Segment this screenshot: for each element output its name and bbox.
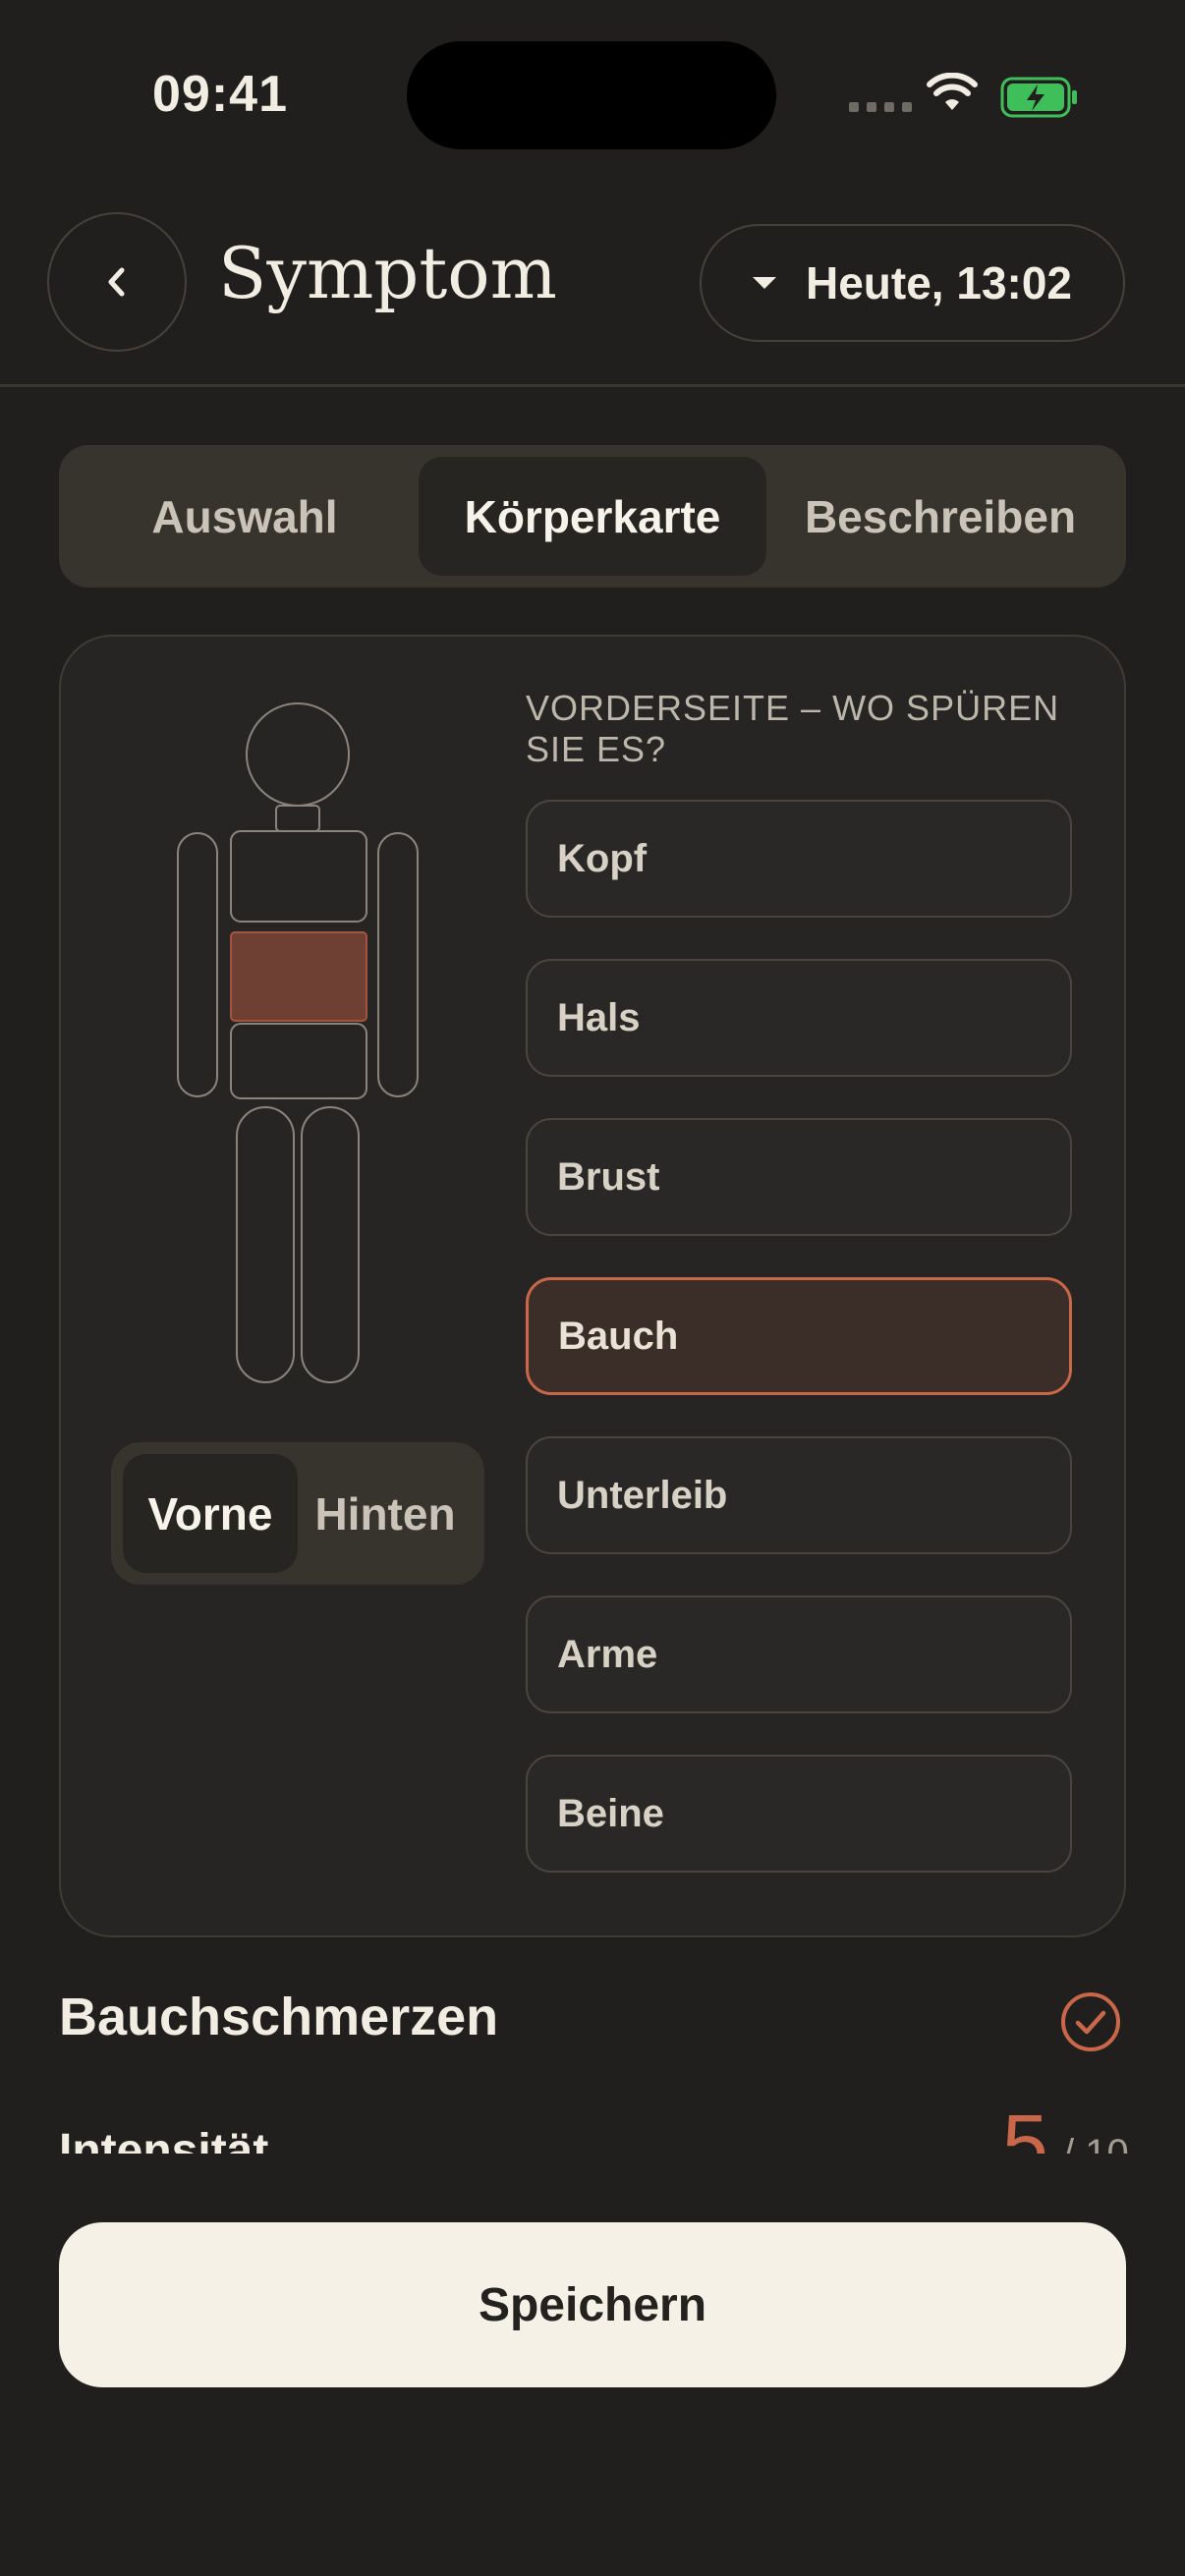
figure-arm-left (177, 832, 218, 1097)
battery-icon (1000, 77, 1079, 123)
mode-tabs: Auswahl Körperkarte Beschreiben (59, 445, 1126, 588)
date-picker-button[interactable]: Heute, 13:02 (700, 224, 1125, 342)
chevron-left-icon (108, 267, 125, 297)
tab-auswahl[interactable]: Auswahl (71, 457, 419, 576)
region-list: Kopf Hals Brust Bauch Unterleib Arme Bei… (526, 800, 1072, 1914)
figure-lower-abdomen (230, 1023, 367, 1099)
page-title: Symptom (218, 232, 557, 314)
caret-down-icon (753, 277, 776, 289)
wifi-icon (927, 72, 978, 117)
intensity-label: Intensität (59, 2125, 269, 2154)
intensity-max: / 10 (1063, 2132, 1129, 2154)
status-time: 09:41 (152, 66, 288, 123)
date-label: Heute, 13:02 (806, 257, 1073, 308)
intensity-row: Intensität 5 / 10 (0, 2102, 1185, 2154)
header-divider (0, 384, 1185, 387)
body-figure (172, 700, 427, 1392)
region-button-bauch[interactable]: Bauch (526, 1277, 1072, 1395)
region-button-arme[interactable]: Arme (526, 1596, 1072, 1713)
region-button-beine[interactable]: Beine (526, 1755, 1072, 1873)
figure-arm-right (377, 832, 419, 1097)
region-button-unterleib[interactable]: Unterleib (526, 1436, 1072, 1554)
dynamic-island (407, 41, 776, 149)
figure-abdomen (230, 931, 367, 1022)
tab-koerperkarte[interactable]: Körperkarte (419, 457, 766, 576)
back-button[interactable] (47, 212, 187, 352)
region-button-kopf[interactable]: Kopf (526, 800, 1072, 918)
region-heading: VORDERSEITE – WO SPÜREN SIE ES? (526, 688, 1060, 769)
figure-head (246, 702, 350, 807)
region-button-brust[interactable]: Brust (526, 1118, 1072, 1236)
side-front-option[interactable]: Vorne (123, 1454, 298, 1573)
region-button-hals[interactable]: Hals (526, 959, 1072, 1077)
side-back-option[interactable]: Hinten (298, 1454, 473, 1573)
selected-symptom-name: Bauchschmerzen (59, 1988, 499, 2046)
figure-neck (275, 805, 320, 832)
cellular-signal-icon (849, 102, 912, 112)
figure-leg-right (301, 1106, 360, 1383)
side-toggle: Vorne Hinten (111, 1442, 484, 1585)
figure-chest (230, 830, 367, 923)
save-button[interactable]: Speichern (59, 2222, 1126, 2387)
tab-beschreiben[interactable]: Beschreiben (766, 457, 1114, 576)
intensity-value: 5 (1002, 2102, 1048, 2154)
figure-leg-left (236, 1106, 295, 1383)
check-circle-icon (1059, 1990, 1122, 2058)
